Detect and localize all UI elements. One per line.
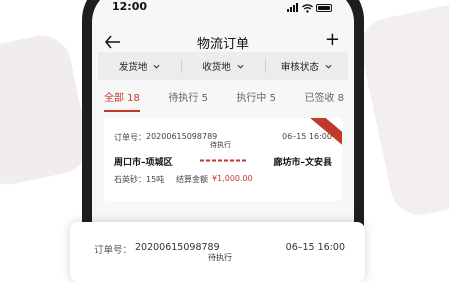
signal-icon xyxy=(287,3,298,12)
chevron-down-icon xyxy=(237,64,244,69)
wifi-icon xyxy=(302,4,313,13)
filter-review-status-label: 审核状态 xyxy=(280,62,319,73)
page-title: 物流订单 xyxy=(196,37,249,52)
route-dashed-arrow-icon xyxy=(200,159,248,162)
filter-bar: 发货地 收货地 审核状态 xyxy=(98,52,348,80)
tab-in-progress[interactable]: 执行中 5 xyxy=(236,89,276,107)
float-order-status: 待执行 xyxy=(208,253,232,262)
chevron-down-icon xyxy=(325,64,332,69)
chevron-down-icon xyxy=(153,64,160,69)
background-shape-left xyxy=(0,30,94,190)
add-order-button[interactable]: + xyxy=(325,31,340,49)
float-order-number-label: 订单号： xyxy=(94,245,133,256)
tab-pending[interactable]: 待执行 5 xyxy=(168,89,208,107)
float-order-date: 06–15 16:00 xyxy=(285,242,345,253)
battery-icon xyxy=(316,4,332,12)
tab-signed[interactable]: 已签收 8 xyxy=(304,89,344,107)
status-time: 12:00 xyxy=(112,0,148,13)
float-order-number: 20200615098789 xyxy=(135,242,220,253)
tab-all[interactable]: 全部 18 xyxy=(104,89,140,112)
order-card[interactable]: 订单号： 20200615098789 06–15 16:00 待执行 周口市–… xyxy=(104,118,342,201)
origin-city: 周口市–项城区 xyxy=(114,158,173,168)
filter-origin-label: 发货地 xyxy=(118,62,148,73)
watermark-text: • NOTEXAWET.APP xyxy=(155,222,301,238)
filter-origin[interactable]: 发货地 xyxy=(98,52,181,80)
filter-review-status[interactable]: 审核状态 xyxy=(264,52,348,80)
amount-label: 结算金额 xyxy=(176,175,208,184)
order-number: 20200615098789 xyxy=(146,132,218,141)
cargo-info: 石英砂：15吨 xyxy=(114,175,165,184)
filter-destination[interactable]: 收货地 xyxy=(181,52,264,80)
order-status: 待执行 xyxy=(210,141,231,149)
filter-destination-label: 收货地 xyxy=(202,62,231,73)
order-number-label: 订单号： xyxy=(114,133,146,142)
destination-city: 廊坊市–文安县 xyxy=(273,158,332,168)
amount-value: ¥1,000.00 xyxy=(212,174,253,183)
status-tabs: 全部 18 待执行 5 执行中 5 已签收 8 xyxy=(104,89,344,112)
background-shape-right xyxy=(355,0,449,221)
order-date: 06–15 16:00 xyxy=(282,132,332,141)
status-icons xyxy=(287,3,332,13)
status-bar: 12:00 xyxy=(92,0,354,20)
